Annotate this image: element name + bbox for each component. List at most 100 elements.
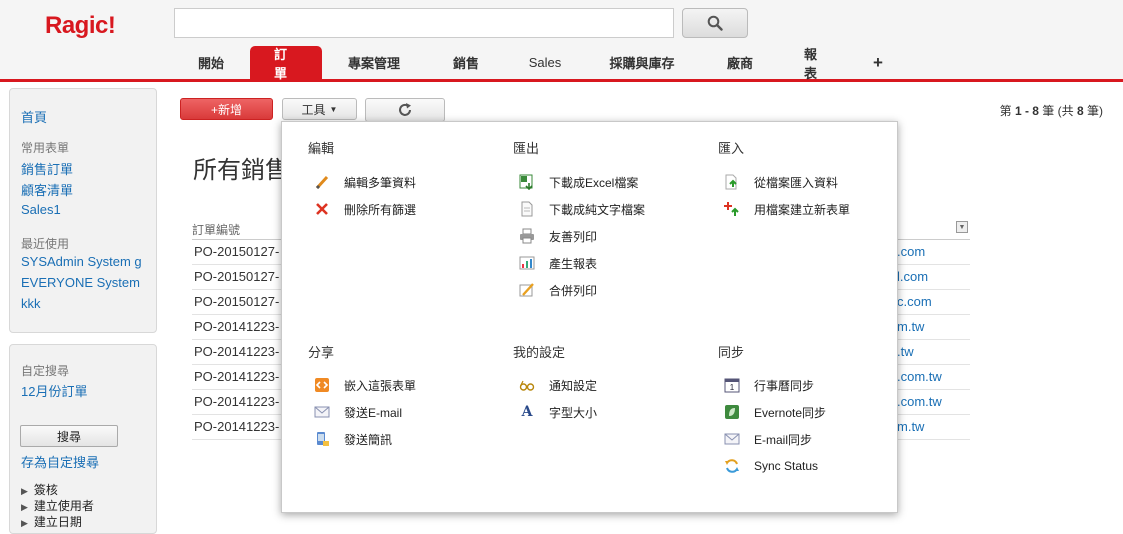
column-header-order-id[interactable]: 訂單編號	[192, 221, 240, 238]
order-id-cell[interactable]: PO-20141223-	[194, 369, 279, 384]
tab-project-management[interactable]: 專案管理	[322, 46, 426, 79]
recent-label: 最近使用	[21, 237, 70, 251]
order-id-cell[interactable]: PO-20141223-	[194, 419, 279, 434]
envelope-icon	[724, 431, 740, 447]
page-title: 所有銷售	[193, 157, 289, 184]
menu-download-text[interactable]: 下載成純文字檔案	[519, 200, 645, 218]
menu-section-share: 分享	[308, 345, 335, 360]
menu-section-my-settings: 我的設定	[513, 345, 566, 360]
sidebar-item-kkk[interactable]: kkk	[21, 296, 151, 311]
sidebar-search-button[interactable]: 搜尋	[20, 425, 118, 447]
menu-print-friendly[interactable]: 友善列印	[519, 227, 597, 245]
tab-orders[interactable]: 訂單	[250, 46, 322, 81]
refresh-icon	[399, 103, 411, 116]
tab-sales-zh[interactable]: 銷售	[426, 46, 506, 79]
envelope-icon	[314, 404, 330, 420]
glasses-icon	[519, 377, 535, 393]
evernote-icon	[724, 404, 740, 420]
tab-vendors[interactable]: 廠商	[700, 46, 780, 79]
menu-section-export: 匯出	[513, 141, 540, 156]
tab-sales[interactable]: Sales	[506, 46, 584, 79]
embed-code-icon	[314, 377, 330, 393]
search-button[interactable]	[682, 8, 748, 38]
report-chart-icon	[519, 255, 535, 271]
excel-icon	[519, 174, 535, 190]
calendar-icon: 1	[724, 377, 740, 393]
font-letter-icon: A	[521, 404, 533, 420]
email-cell[interactable]: .tw	[897, 344, 914, 359]
menu-send-sms[interactable]: 發送簡訊	[314, 430, 392, 448]
menu-generate-report[interactable]: 產生報表	[519, 254, 597, 272]
sidebar-search-panel: 自定搜尋 12月份訂單 搜尋 存為自定搜尋 ▶ 簽核 ▶ 建立使用者 ▶ 建立日期	[9, 344, 157, 534]
save-search-link[interactable]: 存為自定搜尋	[21, 452, 151, 471]
email-cell[interactable]: .com	[897, 244, 925, 259]
menu-section-sync: 同步	[718, 345, 745, 360]
menu-send-email[interactable]: 發送E-mail	[314, 403, 402, 421]
order-id-cell[interactable]: PO-20141223-	[194, 394, 279, 409]
tab-reports[interactable]: 報表	[780, 46, 848, 81]
order-id-cell[interactable]: PO-20141223-	[194, 319, 279, 334]
sidebar-item-sales1[interactable]: Sales1	[21, 202, 151, 217]
filter-created-date[interactable]: ▶ 建立日期	[21, 513, 82, 530]
order-id-cell[interactable]: PO-20141223-	[194, 344, 279, 359]
filter-created-by[interactable]: ▶ 建立使用者	[21, 497, 94, 514]
text-file-icon	[519, 201, 535, 217]
sidebar-item-sysadmin[interactable]: SYSAdmin System g	[21, 254, 151, 269]
svg-text:1: 1	[730, 383, 735, 392]
pencil-icon	[314, 174, 330, 190]
sidebar-home-link[interactable]: 首頁	[21, 107, 151, 126]
tools-dropdown-menu: 編輯 匯出 匯入 編輯多筆資料 刪除所有篩選 下載成Excel檔案 下載成純文字…	[281, 121, 898, 513]
sync-arrows-icon	[724, 458, 740, 474]
order-id-cell[interactable]: PO-20150127-	[194, 244, 279, 259]
email-cell[interactable]: c.com	[897, 294, 932, 309]
email-cell[interactable]: .com.tw	[897, 369, 942, 384]
saved-search-december[interactable]: 12月份訂單	[21, 381, 151, 400]
email-cell[interactable]: m.tw	[897, 419, 924, 434]
menu-mail-merge[interactable]: 合併列印	[519, 281, 597, 299]
menu-edit-multiple[interactable]: 編輯多筆資料	[314, 173, 416, 191]
menu-email-sync[interactable]: E-mail同步	[724, 430, 812, 448]
menu-delete-filters[interactable]: 刪除所有篩選	[314, 200, 416, 218]
search-input[interactable]	[174, 8, 674, 38]
printer-icon	[519, 228, 535, 244]
tab-purchasing-inventory[interactable]: 採購與庫存	[584, 46, 700, 79]
search-icon	[707, 15, 723, 31]
menu-section-edit: 編輯	[308, 141, 335, 156]
email-cell[interactable]: m.tw	[897, 319, 924, 334]
main-nav: 開始 訂單 專案管理 銷售 Sales 採購與庫存 廠商 報表 +	[172, 46, 908, 81]
expand-triangle-icon: ▶	[21, 486, 28, 496]
logo[interactable]: Ragic!	[45, 12, 116, 40]
import-file-icon	[724, 174, 740, 190]
tab-start[interactable]: 開始	[172, 46, 250, 79]
pagination-info: 第 1 - 8 筆 (共 8 筆)	[999, 104, 1103, 118]
mail-merge-icon	[519, 282, 535, 298]
expand-triangle-icon: ▶	[21, 502, 28, 512]
menu-sync-status[interactable]: Sync Status	[724, 457, 818, 475]
menu-notification-settings[interactable]: 通知設定	[519, 376, 597, 394]
menu-calendar-sync[interactable]: 1 行事曆同步	[724, 376, 814, 394]
menu-import-from-file[interactable]: 從檔案匯入資料	[724, 173, 838, 191]
menu-create-form-from-file[interactable]: 用檔案建立新表單	[724, 200, 850, 218]
sidebar-nav-panel: 首頁 常用表單 銷售訂單 顧客清單 Sales1 最近使用 SYSAdmin S…	[9, 88, 157, 333]
email-cell[interactable]: .com.tw	[897, 394, 942, 409]
delete-x-icon	[314, 201, 330, 217]
menu-section-import: 匯入	[718, 141, 745, 156]
menu-download-excel[interactable]: 下載成Excel檔案	[519, 173, 638, 191]
order-id-cell[interactable]: PO-20150127-	[194, 294, 279, 309]
column-options-icon[interactable]: ▼	[956, 221, 968, 233]
refresh-button[interactable]	[365, 98, 445, 122]
sms-phone-icon	[314, 431, 330, 447]
filter-approval[interactable]: ▶ 簽核	[21, 481, 58, 498]
email-cell[interactable]: l.com	[897, 269, 928, 284]
sidebar-item-sales-orders[interactable]: 銷售訂單	[21, 159, 151, 178]
tools-menu-button[interactable]: 工具 ▼	[282, 98, 357, 120]
menu-evernote-sync[interactable]: Evernote同步	[724, 403, 826, 421]
sidebar-item-customers[interactable]: 顧客清單	[21, 180, 151, 199]
menu-font-size[interactable]: A 字型大小	[519, 403, 597, 421]
menu-embed-form[interactable]: 嵌入這張表單	[314, 376, 416, 394]
order-id-cell[interactable]: PO-20150127-	[194, 269, 279, 284]
sidebar-item-everyone[interactable]: EVERYONE System	[21, 275, 151, 290]
add-tab-button[interactable]: +	[848, 46, 908, 79]
add-new-button[interactable]: +新增	[180, 98, 273, 120]
custom-search-label: 自定搜尋	[21, 364, 70, 378]
